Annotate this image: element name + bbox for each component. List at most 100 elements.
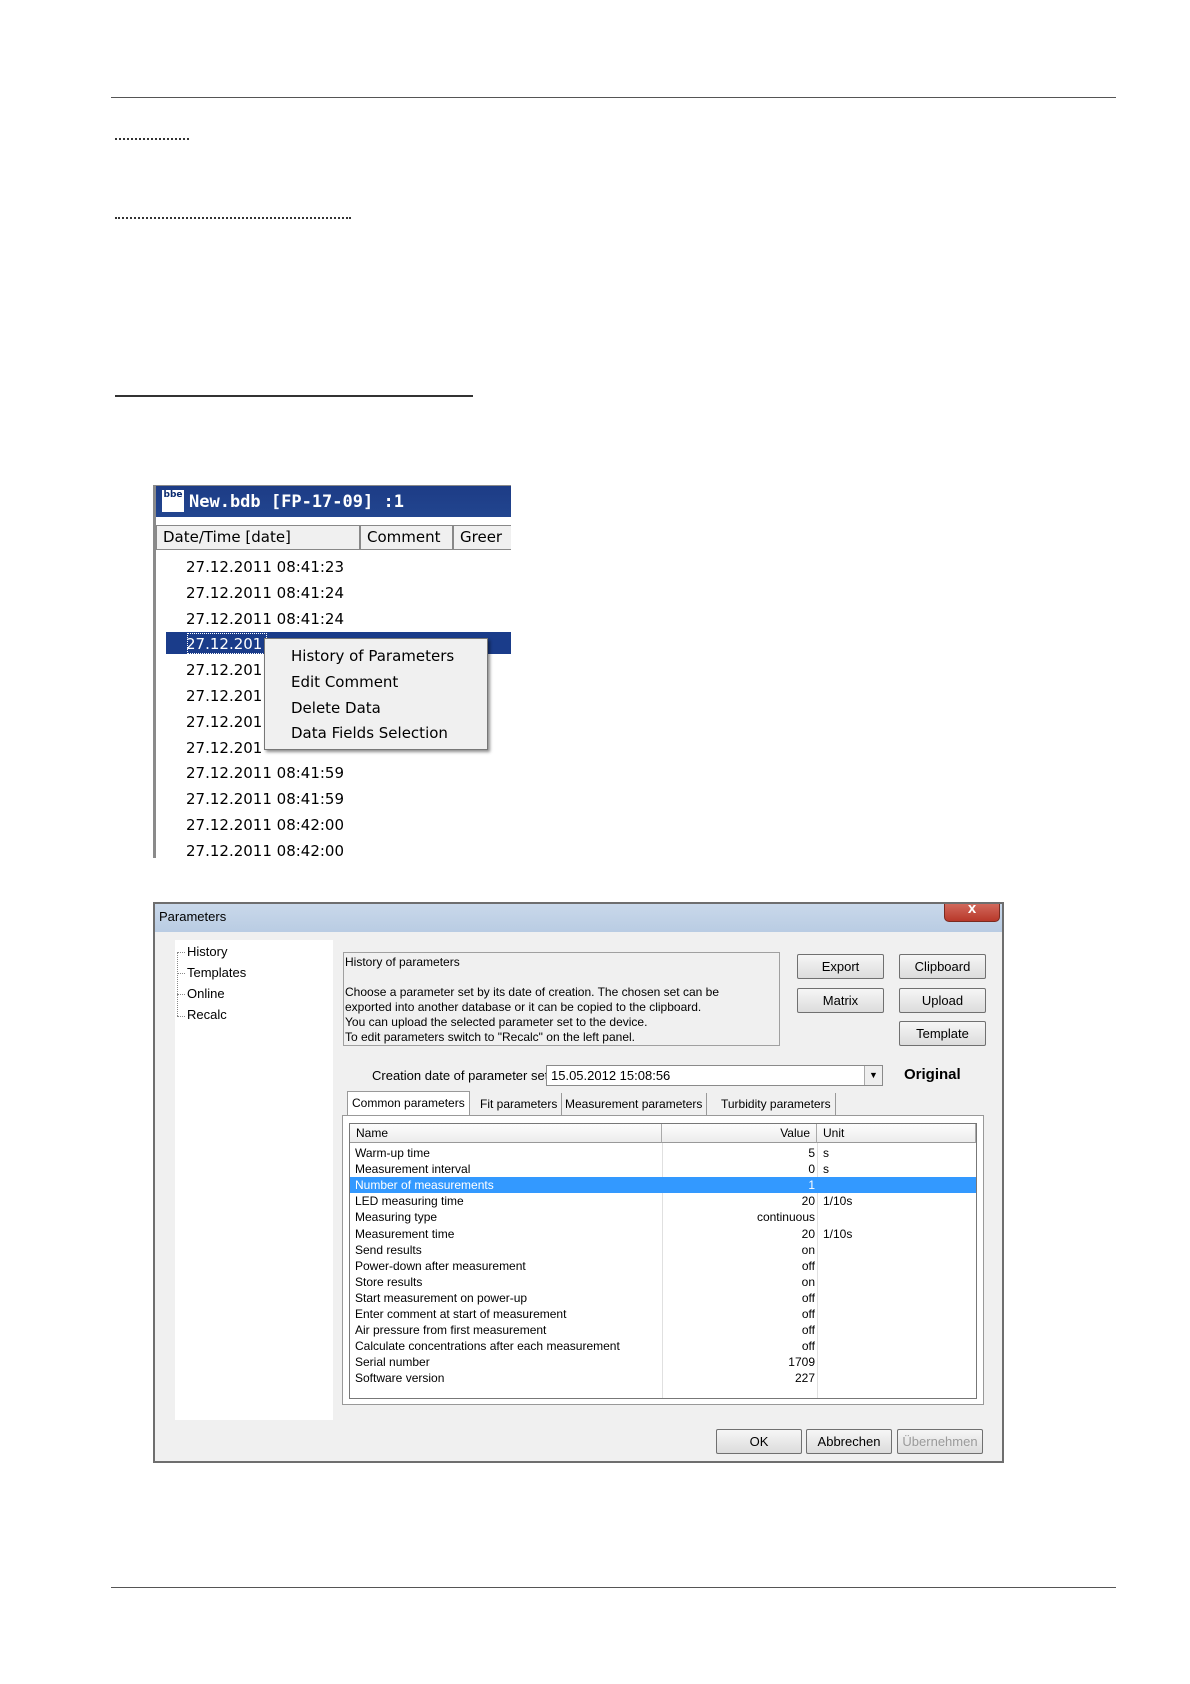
export-button[interactable]: Export [797,954,884,979]
tree-item-templates[interactable]: Templates [187,965,246,980]
info-line: You can upload the selected parameter se… [345,1015,648,1029]
chevron-down-icon[interactable]: ▼ [864,1066,882,1085]
cell-unit: s [823,1146,829,1160]
tree-branch [177,973,185,974]
dotted-line-short [115,138,189,140]
cell-name: Calculate concentrations after each meas… [355,1339,620,1354]
bbe-logo-icon: bbe [162,490,184,512]
list-item-selected[interactable]: 27.12.201 [186,635,262,653]
menu-item-edit-comment[interactable]: Edit Comment [291,673,398,691]
table-row[interactable]: Power-down after measurement off [350,1258,976,1274]
data-window-titlebar: bbe New.bdb [FP-17-09] :1 [156,486,511,517]
table-row[interactable]: Enter comment at start of measurement off [350,1306,976,1322]
tree-branch [177,994,185,995]
cell-unit: 1/10s [823,1194,853,1209]
cell-value: off [801,1258,815,1273]
grid-header-unit[interactable]: Unit [817,1124,976,1143]
ok-button[interactable]: OK [716,1429,802,1454]
table-row[interactable]: LED measuring time 20 1/10s [350,1193,976,1209]
table-row[interactable]: Measurement time 20 1/10s [350,1226,976,1242]
list-item[interactable]: 27.12.201 [186,713,262,731]
cell-value: 5 [808,1146,815,1160]
cell-name: Warm-up time [355,1146,430,1160]
cell-value: off [801,1339,815,1354]
list-item[interactable]: 27.12.201 [186,739,262,757]
list-item[interactable]: 27.12.201 [186,687,262,705]
cell-name: Measuring type [355,1210,438,1225]
table-row[interactable]: Measurement interval 0 s [350,1161,976,1177]
cell-value: 1 [808,1178,815,1193]
column-header-comment[interactable]: Comment [360,525,453,550]
cell-name: Measurement interval [355,1162,471,1177]
header-rule [111,97,1116,98]
tree-connector [177,952,178,1016]
cell-value: 227 [794,1371,815,1386]
section-underline [115,395,473,397]
info-line: Choose a parameter set by its date of cr… [345,985,719,999]
cell-name: Start measurement on power-up [355,1290,528,1305]
info-line: To edit parameters switch to "Recalc" on… [345,1030,635,1044]
tab-fit-parameters[interactable]: Fit parameters [476,1093,563,1115]
table-row[interactable]: Measuring type continuous [350,1209,976,1225]
clipboard-button[interactable]: Clipboard [899,954,986,979]
upload-button[interactable]: Upload [899,988,986,1013]
table-row[interactable]: Store results on [350,1274,976,1290]
tree-item-history[interactable]: History [187,944,227,959]
menu-item-delete-data[interactable]: Delete Data [291,699,381,717]
table-row[interactable]: Calculate concentrations after each meas… [350,1338,976,1354]
tab-common-parameters[interactable]: Common parameters [347,1091,470,1115]
table-row[interactable]: Start measurement on power-up off [350,1290,976,1306]
list-item[interactable]: 27.12.2011 08:41:24 [186,610,344,628]
template-button[interactable]: Template [899,1021,986,1046]
cell-name: Store results [355,1274,423,1289]
list-item[interactable]: 27.12.2011 08:41:59 [186,764,344,782]
creation-date-label: Creation date of parameter set [372,1068,549,1083]
close-button[interactable]: x [944,904,1000,922]
column-header-green[interactable]: Greer [453,525,511,550]
cell-name: Enter comment at start of measurement [355,1307,567,1321]
cell-name: LED measuring time [355,1194,464,1209]
creation-date-select[interactable]: 15.05.2012 15:08:56 ▼ [546,1065,883,1086]
table-row[interactable]: Serial number 1709 [350,1354,976,1370]
matrix-button[interactable]: Matrix [797,988,884,1013]
cell-unit: 1/10s [823,1226,853,1241]
parameters-titlebar: Parameters x [155,904,1002,932]
cell-value: 20 [801,1194,815,1209]
list-item[interactable]: 27.12.2011 08:41:23 [186,558,344,576]
info-panel: History of parameters Choose a parameter… [343,952,780,1046]
cell-name: Serial number [355,1355,430,1370]
menu-item-history-of-parameters[interactable]: History of Parameters [291,647,454,665]
apply-button[interactable]: Übernehmen [897,1429,983,1454]
dotted-line-medium [115,217,351,219]
list-item[interactable]: 27.12.2011 08:41:24 [186,584,344,602]
column-header-datetime[interactable]: Date/Time [date] [156,525,360,550]
tree-branch [177,952,185,953]
table-row[interactable]: Send results on [350,1242,976,1258]
menu-item-data-fields-selection[interactable]: Data Fields Selection [291,724,448,742]
table-row-selected[interactable]: Number of measurements 1 [350,1177,976,1194]
cell-value: on [801,1274,815,1289]
cancel-button[interactable]: Abbrechen [806,1429,892,1454]
table-row[interactable]: Warm-up time 5 s [350,1145,976,1161]
cell-value: off [801,1307,815,1321]
grid-header-name[interactable]: Name [350,1124,662,1143]
cell-value: off [801,1323,815,1338]
list-item[interactable]: 27.12.2011 08:42:00 [186,816,344,834]
navigation-tree: History Templates Online Recalc [175,940,333,1420]
tree-item-online[interactable]: Online [187,986,225,1001]
parameter-table: Name Value Unit Warm-up time 5 s Measuremen… [349,1123,977,1399]
cell-value: 0 [808,1162,815,1177]
cell-name: Number of measurements [355,1178,494,1193]
cell-value: on [801,1242,815,1257]
context-menu: History of Parameters Edit Comment Delet… [264,638,488,750]
table-row[interactable]: Air pressure from first measurement off [350,1322,976,1338]
tab-turbidity-parameters[interactable]: Turbidity parameters [717,1093,836,1115]
list-item[interactable]: 27.12.2011 08:42:00 [186,842,344,858]
cell-value: off [801,1290,815,1305]
table-row[interactable]: Software version 227 [350,1370,976,1386]
list-item[interactable]: 27.12.201 [186,661,262,679]
list-item[interactable]: 27.12.2011 08:41:59 [186,790,344,808]
grid-header-value[interactable]: Value [662,1124,817,1143]
tree-item-recalc[interactable]: Recalc [187,1007,227,1022]
tab-measurement-parameters[interactable]: Measurement parameters [561,1093,708,1115]
